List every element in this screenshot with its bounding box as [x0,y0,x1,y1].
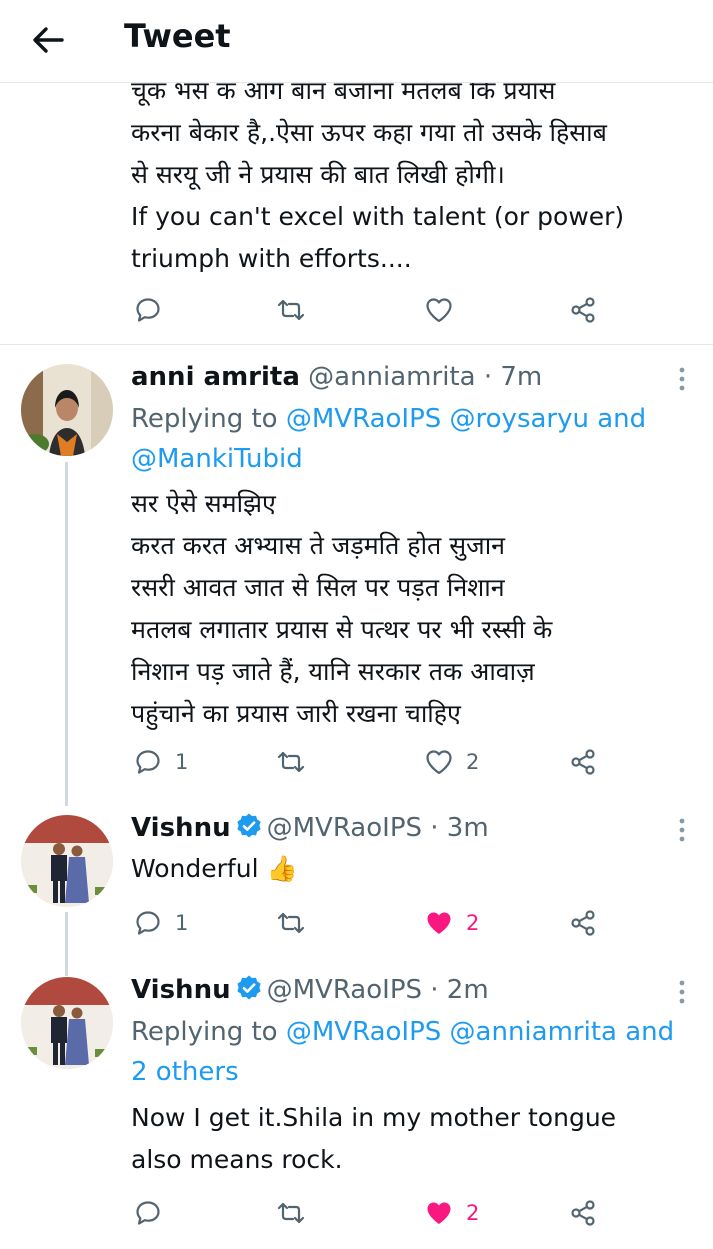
reply-count: 1 [175,911,189,935]
mention-link[interactable]: @MVRaoIPS [286,404,441,434]
share-button[interactable] [568,906,598,940]
share-icon [571,297,595,323]
share-icon [571,749,595,775]
share-icon [571,1200,595,1226]
mention-link[interactable]: @MankiTubid [131,444,303,474]
timestamp[interactable]: 7m [500,362,542,392]
retweet-icon [277,1202,305,1224]
mention-link[interactable]: @anniamrita [450,1017,617,1047]
retweet-icon [277,912,305,934]
tweet-text: सर ऐसे समझिए करत करत अभ्यास ते जड़मति हो… [131,489,553,728]
retweet-button[interactable] [276,293,306,327]
tweet-text-content: Wonderful [131,854,259,883]
thumbs-up-emoji: 👍 [266,854,298,883]
heart-icon [426,750,452,775]
comment-icon [136,298,160,322]
username[interactable]: @MVRaoIPS [267,813,422,843]
more-vertical-icon [679,367,685,391]
heart-filled-icon [427,1202,451,1224]
mention-link[interactable]: @roysaryu [450,404,589,434]
verified-badge-icon [236,813,261,838]
tweet-header: Vishnu @MVRaoIPS · 3m [131,811,489,845]
thread-line [65,462,68,806]
arrow-left-icon [33,27,64,53]
timestamp[interactable]: 3m [447,813,489,843]
username[interactable]: @anniamrita [308,362,475,392]
like-button[interactable]: 2 [424,906,479,940]
like-button[interactable] [424,293,454,327]
replying-to: Replying to @MVRaoIPS @roysaryu and @Man… [131,399,691,479]
display-name[interactable]: Vishnu [131,813,231,843]
comment-icon [136,750,160,774]
like-count: 2 [466,1201,480,1225]
heart-filled-icon [427,912,451,934]
verified-badge-icon [236,975,261,1000]
reply-button[interactable] [133,293,163,327]
retweet-icon [277,751,305,773]
more-vertical-icon [679,980,685,1004]
like-button[interactable]: 2 [424,745,479,779]
replying-to: Replying to @MVRaoIPS @anniamrita and 2 … [131,1012,691,1092]
tweet-text: Now I get it.Shila in my mother tongue a… [131,1103,617,1174]
back-button[interactable] [28,20,68,60]
retweet-button[interactable] [276,906,306,940]
thread-line [65,912,68,976]
share-button[interactable] [568,1196,598,1230]
tweet-header: anni amrita @anniamrita · 7m [131,360,542,394]
separator-dot: · [430,813,439,843]
retweet-button[interactable] [276,745,306,779]
display-name[interactable]: Vishnu [131,975,231,1005]
avatar[interactable] [21,364,113,456]
reply-button[interactable] [133,1196,163,1230]
reply-button[interactable]: 1 [133,745,188,779]
more-options-button[interactable] [672,364,692,394]
tweet-text: Wonderful 👍 [131,848,701,890]
timestamp[interactable]: 2m [447,975,489,1005]
more-vertical-icon [679,818,685,842]
heart-icon [426,298,452,323]
comment-icon [136,911,160,935]
separator-dot: · [483,362,493,392]
display-name[interactable]: anni amrita [131,362,300,392]
comment-icon [136,1201,160,1225]
and-label: and [597,404,647,434]
divider [0,344,713,345]
retweet-icon [277,299,305,321]
like-count: 2 [466,750,480,774]
tweet-text: चूक भस क आग बान बजाना मतलब कि प्रयास करन… [131,76,625,273]
avatar[interactable] [21,977,113,1069]
page-title: Tweet [124,17,231,55]
share-button[interactable] [568,293,598,327]
replying-label: Replying to [131,404,278,434]
top-app-bar: Tweet [0,0,713,83]
share-button[interactable] [568,745,598,779]
retweet-button[interactable] [276,1196,306,1230]
reply-count: 1 [175,750,189,774]
more-options-button[interactable] [672,977,692,1007]
tweet-header: Vishnu @MVRaoIPS · 2m [131,973,489,1007]
mention-link[interactable]: @MVRaoIPS [286,1017,441,1047]
more-options-button[interactable] [672,815,692,845]
avatar[interactable] [21,815,113,907]
like-button[interactable]: 2 [424,1196,479,1230]
separator-dot: · [430,975,439,1005]
replying-label: Replying to [131,1017,278,1047]
username[interactable]: @MVRaoIPS [267,975,422,1005]
like-count: 2 [466,911,480,935]
share-icon [571,910,595,936]
reply-button[interactable]: 1 [133,906,188,940]
